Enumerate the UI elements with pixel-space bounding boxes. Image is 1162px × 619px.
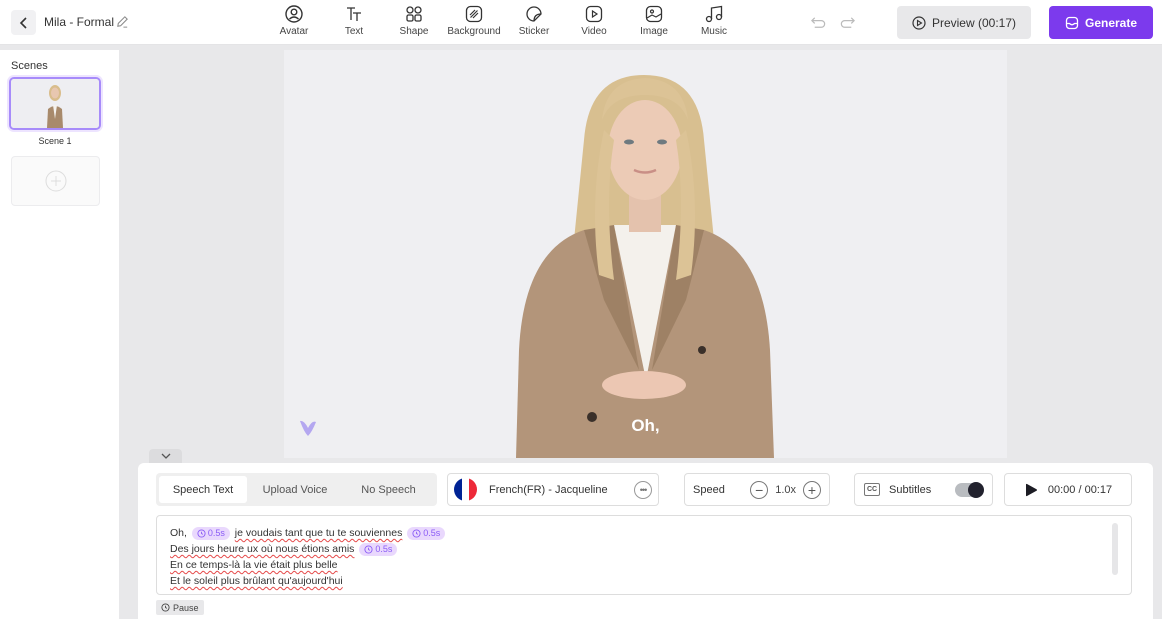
tool-avatar[interactable]: Avatar — [264, 4, 324, 37]
avatar-icon — [285, 5, 303, 23]
subtitles-label: Subtitles — [889, 483, 932, 496]
toolbar: Avatar Text Shape Background Sticker Vid… — [264, 4, 744, 37]
pause-marker[interactable]: 0.5s — [191, 526, 230, 540]
tool-text[interactable]: Text — [324, 4, 384, 37]
add-scene-button[interactable] — [11, 156, 100, 206]
chevron-left-icon — [19, 16, 27, 29]
speed-label: Speed — [693, 483, 725, 496]
image-icon — [645, 5, 663, 23]
voice-name: French(FR) - Jacqueline — [489, 483, 608, 496]
speech-panel: Speech Text Upload Voice No Speech Frenc… — [138, 463, 1153, 619]
video-canvas[interactable]: Oh, — [284, 50, 1007, 458]
scenes-title: Scenes — [11, 60, 48, 72]
scenes-sidebar: Scenes Scene 1 — [0, 50, 119, 619]
project-title: Mila - Formal — [44, 15, 115, 29]
editor-scrollbar[interactable] — [1112, 523, 1118, 575]
script-text: je voudais tant que tu te souviennes — [234, 527, 403, 539]
tool-shape[interactable]: Shape — [384, 4, 444, 37]
script-line: Et le soleil plus brûlant qu'aujourd'hui — [170, 573, 1118, 589]
clock-icon — [412, 529, 421, 538]
tool-label: Image — [640, 26, 668, 37]
speed-control: Speed − 1.0x + — [684, 473, 830, 506]
scene-name: Scene 1 — [38, 136, 72, 146]
text-icon — [347, 7, 361, 21]
script-text: Oh, — [170, 527, 187, 539]
pause-duration: 0.5s — [423, 528, 441, 539]
tool-label: Music — [700, 26, 728, 37]
tool-music[interactable]: Music — [684, 4, 744, 37]
script-line: En ce temps-là la vie était plus belle — [170, 557, 1118, 573]
subtitle-overlay: Oh, — [631, 416, 660, 435]
undo-icon[interactable] — [810, 14, 827, 31]
speed-value: 1.0x — [775, 483, 796, 496]
clock-icon — [161, 603, 170, 612]
play-audio-button[interactable]: 00:00 / 00:17 — [1004, 473, 1132, 506]
speed-increase-button[interactable]: + — [803, 480, 821, 499]
tab-upload-voice[interactable]: Upload Voice — [247, 476, 343, 503]
scene-thumbnail[interactable] — [9, 77, 101, 130]
tool-video[interactable]: Video — [564, 4, 624, 37]
closed-captions-icon: CC — [864, 483, 880, 496]
clock-icon — [197, 529, 206, 538]
tool-label: Avatar — [279, 26, 309, 37]
tool-sticker[interactable]: Sticker — [504, 4, 564, 37]
preview-button[interactable]: Preview (00:17) — [897, 6, 1031, 39]
top-bar: Mila - Formal Avatar Text Shape Backgrou… — [0, 0, 1162, 45]
collapse-panel-button[interactable] — [149, 449, 182, 463]
video-icon — [585, 5, 603, 23]
speech-text-editor[interactable]: Oh, 0.5s je voudais tant que tu te souvi… — [156, 515, 1132, 595]
avatar-image — [516, 75, 774, 458]
background-icon — [465, 5, 483, 23]
history-controls — [810, 14, 856, 31]
pause-marker[interactable]: 0.5s — [359, 542, 398, 556]
chevron-down-icon — [161, 453, 170, 459]
toggle-knob — [968, 481, 984, 498]
tab-speech-text[interactable]: Speech Text — [159, 476, 247, 503]
subtitles-toggle[interactable] — [955, 481, 984, 498]
speech-mode-tabs: Speech Text Upload Voice No Speech — [156, 473, 437, 506]
script-line: Oh, 0.5s je voudais tant que tu te souvi… — [170, 525, 1118, 541]
tool-label: Video — [581, 26, 607, 37]
speed-decrease-button[interactable]: − — [750, 480, 769, 499]
tab-no-speech[interactable]: No Speech — [343, 476, 434, 503]
tool-image[interactable]: Image — [624, 4, 684, 37]
avatar-thumbnail-image — [11, 79, 99, 128]
plus-circle-icon — [45, 170, 66, 192]
generate-label: Generate — [1084, 15, 1138, 30]
tool-label: Text — [344, 26, 364, 37]
france-flag-icon — [454, 478, 477, 501]
subtitles-control: CC Subtitles — [854, 473, 993, 506]
tool-label: Sticker — [518, 26, 550, 37]
pause-duration: 0.5s — [375, 544, 393, 555]
shape-icon — [406, 6, 422, 22]
tool-background[interactable]: Background — [444, 4, 504, 37]
generate-icon — [1065, 16, 1079, 29]
playback-time: 00:00 / 00:17 — [1047, 483, 1113, 496]
voice-selector[interactable]: French(FR) - Jacqueline ••• — [447, 473, 659, 506]
generate-button[interactable]: Generate — [1049, 6, 1153, 39]
tool-label: Shape — [399, 26, 429, 37]
script-line: Des jours heure ux où nous étions amis 0… — [170, 541, 1118, 557]
pause-marker[interactable]: 0.5s — [407, 526, 446, 540]
music-icon — [705, 5, 723, 23]
edit-pencil-icon[interactable] — [115, 14, 130, 29]
redo-icon[interactable] — [839, 14, 856, 31]
script-text: En ce temps-là la vie était plus belle — [170, 559, 338, 571]
sticker-icon — [526, 6, 542, 22]
play-circle-icon — [912, 15, 926, 30]
insert-pause-button[interactable]: Pause — [156, 600, 204, 615]
more-options-icon[interactable]: ••• — [634, 480, 652, 499]
pause-duration: 0.5s — [207, 528, 225, 539]
clock-icon — [364, 545, 373, 554]
preview-label: Preview (00:17) — [931, 15, 1017, 30]
pause-button-label: Pause — [173, 602, 199, 613]
play-icon — [1025, 483, 1037, 496]
back-button[interactable] — [11, 10, 36, 35]
tool-label: Background — [447, 26, 501, 37]
script-text: Et le soleil plus brûlant qu'aujourd'hui — [170, 575, 343, 587]
script-text: Des jours heure ux où nous étions amis — [170, 543, 355, 555]
